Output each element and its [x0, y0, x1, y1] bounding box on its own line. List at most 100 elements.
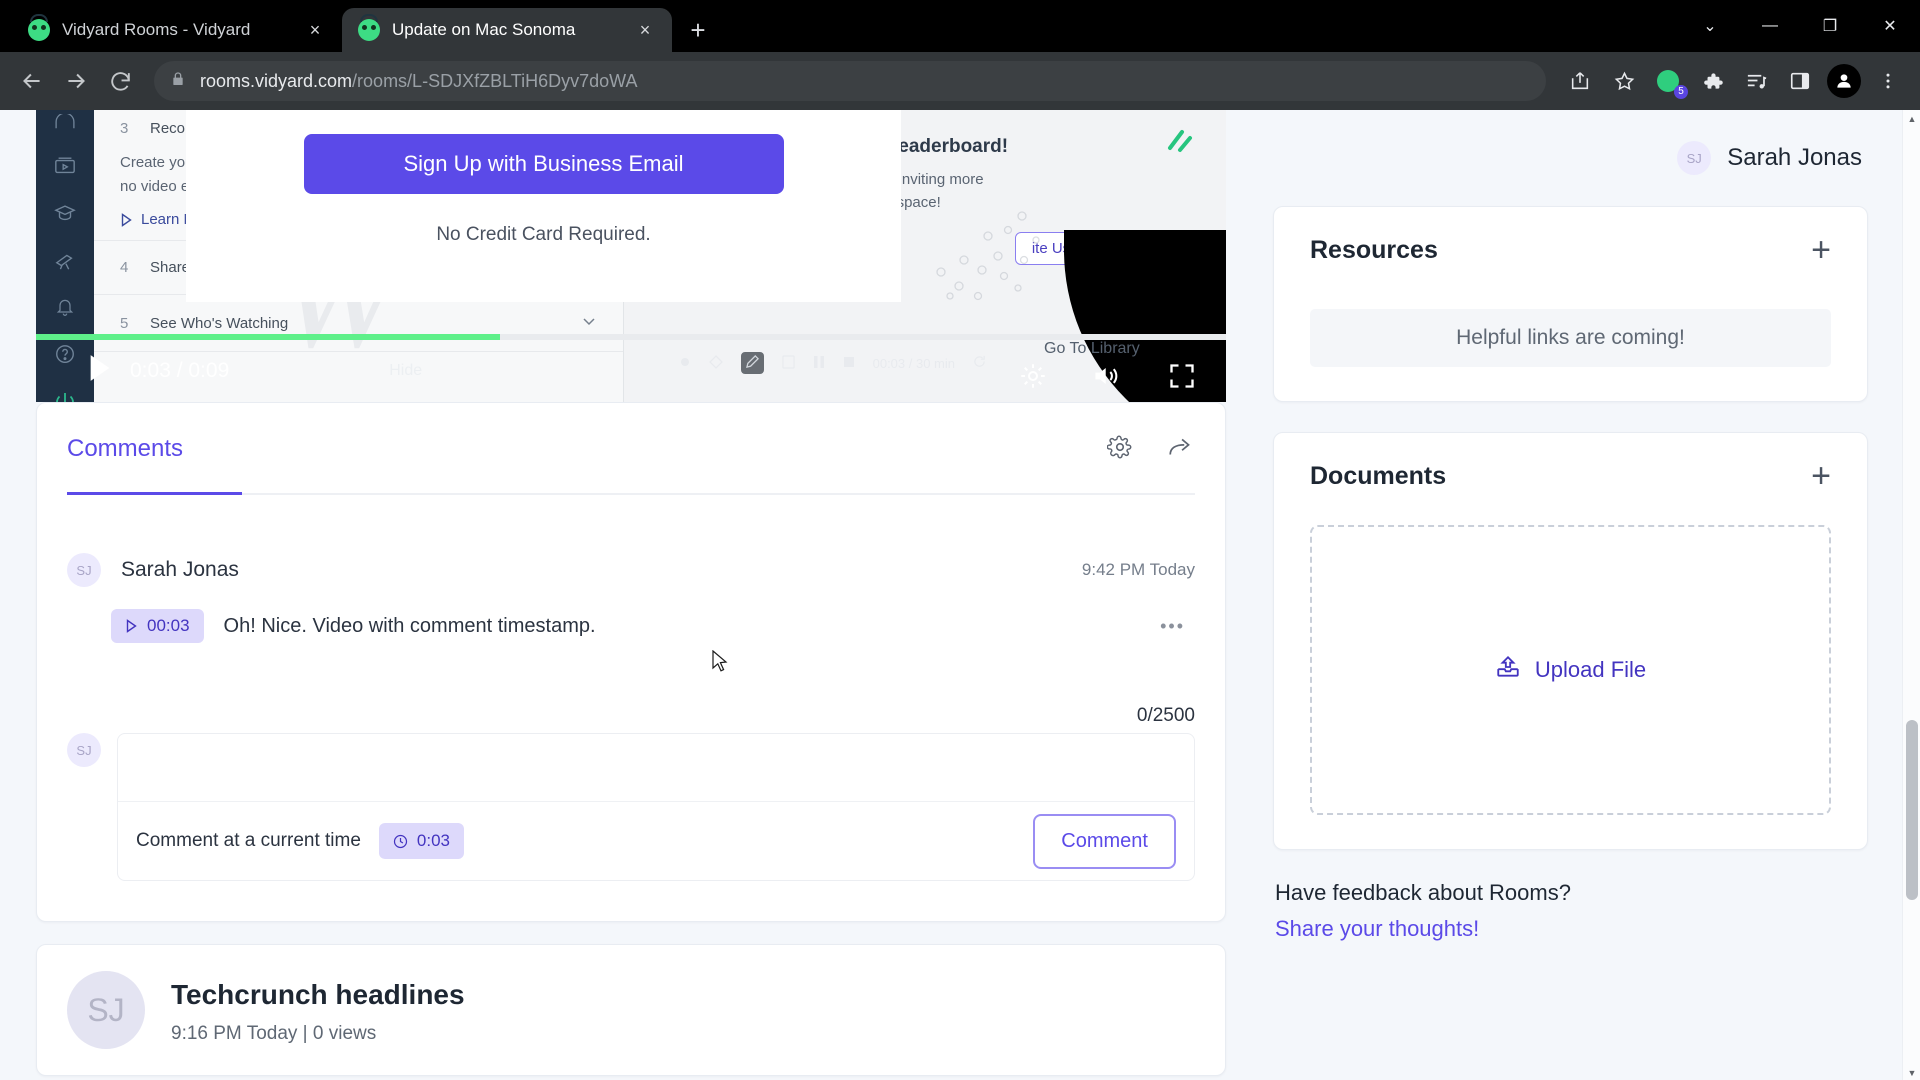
recording-time-display: 00:03 / 30 min [872, 355, 955, 371]
documents-panel: Documents + Upload File [1273, 432, 1868, 850]
scrollbar-thumb[interactable] [1906, 720, 1918, 900]
url-domain: rooms.vidyard.com [200, 70, 353, 91]
play-triangle-icon [121, 212, 132, 227]
page-scrollbar[interactable]: ▲ ▼ [1902, 110, 1920, 1080]
confetti-decoration [926, 200, 1056, 315]
minimize-icon[interactable]: — [1740, 0, 1800, 52]
media-playlist-icon[interactable] [1736, 61, 1776, 101]
video-list-item[interactable]: SJ Techcrunch headlines 9:16 PM Today | … [36, 944, 1226, 1076]
main-column: 3 Record a Video Create your own videos … [0, 110, 1255, 1080]
feedback-section: Have feedback about Rooms? Share your th… [1273, 880, 1868, 942]
comment-text: Oh! Nice. Video with comment timestamp. [223, 614, 596, 637]
current-time-chip[interactable]: 0:03 [378, 823, 465, 859]
fullscreen-icon[interactable] [1168, 362, 1196, 395]
window-controls: ⌄ — ❐ ✕ [1680, 0, 1920, 52]
add-resource-button[interactable]: + [1811, 233, 1831, 267]
resources-empty-state: Helpful links are coming! [1310, 309, 1831, 367]
chevron-down-icon[interactable] [581, 313, 597, 333]
avatar: SJ [67, 733, 101, 767]
tab-close-button[interactable]: × [632, 17, 658, 43]
vidyard-extension-icon[interactable]: 5 [1648, 61, 1688, 101]
tab-title: Update on Mac Sonoma [392, 20, 576, 39]
player-right-controls [1018, 361, 1196, 396]
current-time-value: 0:03 [416, 831, 451, 850]
volume-icon[interactable] [1092, 362, 1124, 395]
add-document-button[interactable]: + [1811, 459, 1831, 493]
browser-toolbar: rooms.vidyard.com/rooms/L-SDJXfZBLTiH6Dy… [0, 52, 1920, 110]
tab-comments[interactable]: Comments [67, 435, 183, 463]
video-player[interactable]: 3 Record a Video Create your own videos … [36, 110, 1226, 402]
extension-badge-count: 5 [1674, 85, 1688, 99]
notifications-bell-icon[interactable] [55, 296, 75, 323]
green-sparkle-icon [1162, 124, 1196, 163]
share-icon[interactable] [1560, 61, 1600, 101]
maximize-icon[interactable]: ❐ [1800, 0, 1860, 52]
feedback-link[interactable]: Share your thoughts! [1275, 916, 1868, 942]
comment-video-time-chip[interactable]: 00:03 [111, 609, 204, 643]
comments-card: Comments SJ Sarah Jonas 9:42 PM Today 00… [36, 402, 1226, 922]
extensions-puzzle-icon[interactable] [1692, 61, 1732, 101]
play-triangle-icon [126, 619, 137, 633]
blank-slide-icon[interactable] [781, 354, 795, 372]
telescope-icon[interactable] [53, 249, 77, 276]
home-arch-icon[interactable] [54, 112, 76, 135]
forward-icon[interactable] [56, 61, 96, 101]
upload-icon [1495, 654, 1521, 686]
comment-item: SJ Sarah Jonas 9:42 PM Today [67, 553, 1195, 587]
browser-tab-2[interactable]: Update on Mac Sonoma × [342, 8, 672, 52]
side-panel-icon[interactable] [1780, 61, 1820, 101]
play-button[interactable] [88, 354, 112, 389]
submit-comment-button[interactable]: Comment [1033, 813, 1176, 869]
bookmark-star-icon[interactable] [1604, 61, 1644, 101]
new-tab-button[interactable]: + [678, 10, 718, 50]
reload-icon[interactable] [100, 61, 140, 101]
address-bar[interactable]: rooms.vidyard.com/rooms/L-SDJXfZBLTiH6Dy… [154, 61, 1546, 101]
step-number: 3 [120, 120, 129, 137]
scroll-down-arrow[interactable]: ▼ [1903, 1064, 1920, 1080]
settings-gear-icon[interactable] [1018, 361, 1048, 396]
comment-input[interactable] [118, 734, 1194, 802]
lock-icon [170, 71, 186, 92]
resources-panel: Resources + Helpful links are coming! [1273, 206, 1868, 402]
comments-list: SJ Sarah Jonas 9:42 PM Today 00:03 Oh! N… [37, 495, 1225, 675]
avatar: SJ [67, 553, 101, 587]
shape-icon[interactable] [708, 354, 723, 372]
comment-at-time-label: Comment at a current time [136, 830, 361, 851]
browser-tab-1[interactable]: Vidyard Rooms - Vidyard × [12, 8, 342, 52]
signup-business-email-button[interactable]: Sign Up with Business Email [303, 134, 784, 194]
learning-cap-icon[interactable] [53, 202, 77, 229]
record-dot-icon[interactable] [679, 356, 691, 371]
stop-icon[interactable] [843, 356, 855, 371]
comment-more-button[interactable]: ••• [1160, 616, 1195, 637]
gear-icon[interactable] [1106, 434, 1133, 465]
avatar: SJ [67, 971, 145, 1049]
comment-video-time: 00:03 [147, 616, 190, 635]
current-user[interactable]: SJ Sarah Jonas [1273, 110, 1868, 206]
restart-icon[interactable] [973, 355, 986, 371]
browser-menu-icon[interactable] [1868, 61, 1908, 101]
step-number: 4 [120, 259, 129, 276]
comment-author: Sarah Jonas [121, 558, 239, 581]
tab-close-button[interactable]: × [302, 17, 328, 43]
vidyard-favicon [28, 14, 50, 41]
tab-strip: Vidyard Rooms - Vidyard × Update on Mac … [0, 0, 1920, 52]
pen-icon[interactable] [740, 352, 764, 374]
comment-timestamp: 9:42 PM Today [1081, 560, 1195, 579]
video-library-icon[interactable] [53, 155, 77, 182]
hide-panel-button[interactable]: Hide [389, 362, 422, 380]
back-icon[interactable] [12, 61, 52, 101]
chrome-more-icon[interactable]: ⌄ [1680, 0, 1740, 52]
document-dropzone[interactable]: Upload File [1310, 525, 1831, 815]
page-content: 3 Record a Video Create your own videos … [0, 110, 1920, 1080]
video-item-meta: 9:16 PM Today | 0 views [171, 1023, 377, 1044]
share-icon[interactable] [1167, 434, 1195, 465]
close-window-icon[interactable]: ✕ [1860, 0, 1920, 52]
profile-avatar-icon[interactable] [1824, 61, 1864, 101]
user-name: Sarah Jonas [1727, 144, 1862, 171]
documents-title: Documents [1310, 461, 1447, 490]
pause-icon[interactable] [813, 355, 825, 372]
scroll-up-arrow[interactable]: ▲ [1903, 110, 1920, 128]
step-label: See Who's Watching [150, 314, 289, 332]
address-bar-url: rooms.vidyard.com/rooms/L-SDJXfZBLTiH6Dy… [200, 71, 637, 92]
browser-chrome: Vidyard Rooms - Vidyard × Update on Mac … [0, 0, 1920, 110]
